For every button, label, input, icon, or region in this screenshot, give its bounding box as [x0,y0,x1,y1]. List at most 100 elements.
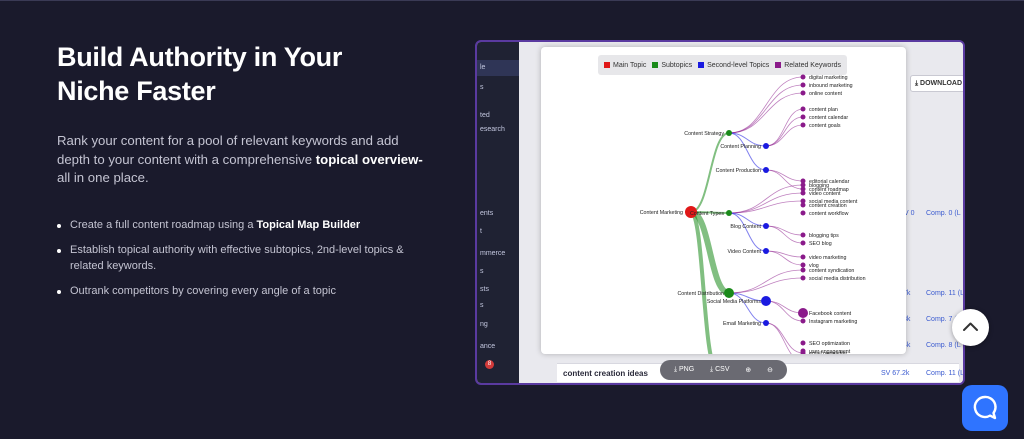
keyword-node[interactable] [800,106,806,112]
zoom-in-icon[interactable]: ⊕ [745,366,751,374]
feature-list: Create a full content roadmap using a To… [57,218,427,300]
sidebar-item[interactable]: sts [480,286,489,293]
keyword-node[interactable] [798,308,808,318]
keyword-node[interactable] [800,348,806,354]
sidebar-item[interactable]: le [480,64,485,71]
row-keyword: content creation ideas [563,369,648,378]
second-level-label: Content Production [716,168,761,174]
keyword-node[interactable] [800,240,806,246]
feature-text: Outrank competitors by covering every an… [70,285,336,297]
keyword-node[interactable] [800,82,806,88]
keyword-node[interactable] [800,318,806,324]
topical-map-modal: Main Topic Subtopics Second-level Topics… [541,47,906,354]
second-level-label: Content Planning [720,144,761,150]
subtopic-node[interactable] [726,210,732,216]
keyword-label: Instagram marketing [809,319,857,325]
keyword-label: content goals [809,123,841,129]
keyword-label: content workflow [809,211,849,217]
keyword-label: video marketing [809,255,846,261]
lead-paragraph: Rank your content for a pool of relevant… [57,132,427,188]
subtopic-node[interactable] [726,130,732,136]
keyword-node[interactable] [800,254,806,260]
keyword-node[interactable] [800,202,806,208]
keyword-label: content plan [809,107,838,113]
keyword-label: content syndication [809,268,854,274]
scroll-to-top-button[interactable] [952,309,989,346]
second-level-node[interactable] [763,223,769,229]
sidebar-item[interactable]: t [480,228,482,235]
keyword-node[interactable] [800,74,806,80]
row-sv: SV 67.2k [881,370,910,377]
map-toolbar: ⤓ PNG ⤓ CSV ⊕ ⊖ [660,360,787,380]
chat-icon [973,395,997,420]
row-comp: Comp. 11 (L [926,370,964,377]
lead-suffix-text: all in one place. [57,170,149,185]
sidebar-item[interactable]: mmerce [480,250,505,257]
keyword-label: SEO optimization [809,341,850,347]
row-comp: Comp. 11 (L [926,290,964,297]
csv-label: CSV [715,366,730,373]
second-level-node[interactable] [763,143,769,149]
keyword-label: inbound marketing [809,83,853,89]
keyword-node[interactable] [800,262,806,268]
keyword-node[interactable] [800,90,806,96]
keyword-node[interactable] [800,122,806,128]
subtopic-label: Content Types [690,211,724,217]
sidebar-item[interactable]: s [480,84,484,91]
sidebar-item[interactable]: s [480,302,484,309]
feature-text: Create a full content roadmap using a [70,218,257,231]
main-topic-label: Content Marketing [640,210,683,216]
keyword-node[interactable] [800,340,806,346]
product-screenshot: le s ted esearch ents t mmerce s sts s n… [475,40,965,385]
title-line-2: Niche Faster [57,76,216,106]
page-title: Build Authority in Your Niche Faster [57,40,427,108]
export-csv-button[interactable]: ⤓ CSV [710,366,729,374]
zoom-out-icon[interactable]: ⊖ [767,366,773,374]
keyword-node[interactable] [800,267,806,273]
keyword-node[interactable] [800,190,806,196]
export-png-button[interactable]: ⤓ PNG [674,366,694,374]
second-level-node[interactable] [763,320,769,326]
keyword-label: content calendar [809,115,848,121]
subtopic-label: Content Strategy [684,131,724,137]
sidebar-item[interactable]: ng [480,321,488,328]
keyword-label: blogging tips [809,233,839,239]
subtopic-label: Content Distribution [677,291,724,297]
keyword-label: SEO blog [809,241,832,247]
subtopic-node[interactable] [724,288,734,298]
row-comp: Comp. 0 (L [926,210,961,217]
keyword-label: content creation [809,203,847,209]
sidebar-item[interactable]: ents [480,210,493,217]
sidebar-item[interactable]: ted [480,112,490,119]
feature-item: Outrank competitors by covering every an… [57,284,427,300]
second-level-label: Email Marketing [723,321,761,327]
topic-map-graph[interactable]: Content Strategy digital marketing inbound… [541,47,906,354]
app-sidebar: le s ted esearch ents t mmerce s sts s n… [477,42,519,383]
keyword-label: digital marketing [809,75,848,81]
feature-bold-text: Topical Map Builder [256,218,361,231]
sidebar-item[interactable]: s [480,268,484,275]
sidebar-item[interactable]: esearch [480,126,505,133]
hero-text: Build Authority in Your Niche Faster Ran… [57,40,427,310]
feature-item: Establish topical authority with effecti… [57,243,427,274]
keyword-node[interactable] [800,275,806,281]
second-level-node[interactable] [763,248,769,254]
keyword-node[interactable] [800,114,806,120]
second-level-node[interactable] [761,296,771,306]
second-level-label: Video Content [728,249,762,255]
keyword-label: video content [809,191,841,197]
second-level-label: Social Media Platforms [707,299,762,305]
second-level-node[interactable] [763,167,769,173]
keyword-node[interactable] [800,210,806,216]
download-button[interactable]: ⤓ DOWNLOAD [910,75,963,92]
keyword-label: online content [809,91,843,97]
keyword-node[interactable] [800,182,806,188]
sidebar-item[interactable]: ance [480,343,495,350]
title-line-1: Build Authority in Your [57,42,343,72]
keyword-label: social media distribution [809,276,866,282]
notification-badge: 8 [485,360,494,369]
keyword-node[interactable] [800,232,806,238]
keyword-label: Facebook content [809,311,852,317]
chat-button[interactable] [962,385,1008,431]
feature-text: Establish topical authority with effecti… [70,244,404,272]
